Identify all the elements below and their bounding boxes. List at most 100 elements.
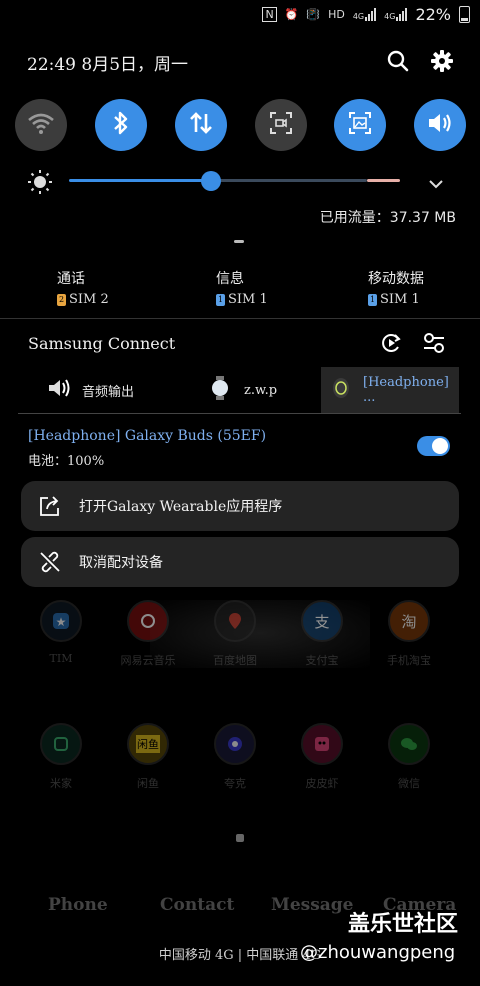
app-label: 米家 [50,777,72,790]
device-name: [Headphone] Galaxy Buds (55EF) [28,428,267,444]
bluetooth-icon [111,109,131,141]
wifi-toggle[interactable] [15,99,67,151]
signal-icon-sim2: 4G [384,8,408,21]
svg-text:★: ★ [56,615,67,629]
app-label: TIM [49,652,73,665]
samsung-connect-title: Samsung Connect [28,334,176,353]
app-quark: 夸克 [195,723,275,791]
mobile-data-toggle[interactable] [175,99,227,151]
dock-phone: Phone [48,895,108,915]
unpair-device-button[interactable]: 取消配对设备 [21,537,459,587]
app-wechat: 微信 [369,723,449,791]
unlink-icon [21,550,79,574]
watermark-user: @zhouwangpeng [300,942,456,963]
tab-audio-output[interactable]: 音频输出 [18,367,156,413]
alarm-icon: ⏰ [284,8,299,21]
bluetooth-toggle[interactable] [95,99,147,151]
tab-audio-output-label: 音频输出 [82,384,135,400]
hd-icon: HD [328,8,345,21]
divider [0,318,480,319]
sim-mobile-data[interactable]: 移动数据 1 SIM 1 [368,268,424,307]
tim-icon: ★ [40,600,82,642]
settings-gear-icon[interactable] [430,49,454,77]
brightness-slider-fill[interactable] [69,179,211,182]
app-baidu-map: 百度地图 [195,600,275,668]
app-label: 手机淘宝 [387,654,431,667]
open-wearable-app-label: 打开Galaxy Wearable应用程序 [79,499,283,515]
vibrate-icon: 📳 [306,8,321,21]
data-usage: 已用流量：37.37 MB [319,210,456,226]
app-mijia: 米家 [21,723,101,791]
app-row-1: ★ TIM 网易云音乐 百度地图 支 支付宝 淘 手机淘宝 [21,600,449,668]
app-label: 皮皮虾 [305,777,339,790]
sim-calls[interactable]: 通话 2 SIM 2 [57,268,109,307]
sim-mobile-data-value: SIM 1 [380,292,420,307]
tab-watch-label: z.w.p [244,382,278,398]
volume-icon [426,110,454,140]
app-label: 网易云音乐 [120,654,176,667]
device-toggle-switch[interactable] [417,436,450,456]
brightness-slider-track[interactable] [211,179,367,182]
toggle-knob [432,438,448,454]
page-indicator [236,834,244,842]
screenshot-icon [347,110,373,140]
tab-watch[interactable]: z.w.p [168,367,313,413]
tab-divider [18,413,461,414]
unpair-device-label: 取消配对设备 [79,555,163,571]
brightness-slider-outdoor[interactable] [367,179,400,182]
dock-contact: Contact [160,895,235,915]
app-label: 夸克 [224,777,246,790]
sim-chip-icon: 1 [216,293,225,306]
tab-headphone-label: [Headphone] ... [363,375,449,405]
alipay-icon: 支 [301,600,343,642]
nfc-icon: N [262,7,277,22]
chevron-down-icon[interactable] [428,175,444,194]
sim-calls-label: 通话 [57,271,85,287]
app-label: 百度地图 [213,654,257,667]
app-netease-music: 网易云音乐 [108,600,188,668]
search-icon[interactable] [386,49,410,77]
sim-messages[interactable]: 信息 1 SIM 1 [216,268,268,307]
watch-icon [210,376,230,404]
tab-headphone[interactable]: [Headphone] ... [321,367,459,413]
netease-music-icon [127,600,169,642]
sim-calls-value: SIM 2 [69,292,109,307]
brightness-sun-icon [27,169,53,199]
brightness-slider-thumb[interactable] [201,171,221,191]
app-label: 闲鱼 [137,777,159,790]
wifi-icon [26,111,56,139]
app-pipixia: 皮皮虾 [282,723,362,791]
app-xianyu: 闲鱼 闲鱼 [108,723,188,791]
sim-messages-label: 信息 [216,271,244,287]
wechat-icon [388,723,430,765]
app-alipay: 支 支付宝 [282,600,362,668]
speaker-icon [46,375,72,405]
watermark-site: 盖乐世社区 [348,912,459,937]
mijia-icon [40,723,82,765]
connect-settings-icon[interactable] [423,332,445,358]
screenshot-toggle[interactable] [334,99,386,151]
status-bar: N ⏰ 📳 HD 4G 4G 22% [0,0,480,30]
sim-mobile-data-label: 移动数据 [368,271,424,287]
quark-icon [214,723,256,765]
app-label: 支付宝 [305,654,339,667]
battery-percent: 22% [415,5,451,24]
app-row-2: 米家 闲鱼 闲鱼 夸克 皮皮虾 微信 [21,723,449,791]
earbuds-icon [331,377,351,403]
dock-message: Message [271,895,354,915]
sim-chip-icon: 2 [57,293,66,306]
baidu-map-icon [214,600,256,642]
app-label: 微信 [398,777,420,790]
app-tim: ★ TIM [21,600,101,668]
drag-handle[interactable] [234,240,244,243]
smart-view-icon[interactable] [380,331,402,359]
open-wearable-app-button[interactable]: 打开Galaxy Wearable应用程序 [21,481,459,531]
taobao-icon: 淘 [388,600,430,642]
screen-recorder-toggle[interactable] [255,99,307,151]
screen-recorder-icon [268,110,294,140]
sim-chip-icon: 1 [368,293,377,306]
sound-toggle[interactable] [414,99,466,151]
signal-icon-sim1: 4G [353,8,377,21]
date-time: 22:49 8月5日，周一 [27,55,189,75]
open-external-icon [21,494,79,518]
